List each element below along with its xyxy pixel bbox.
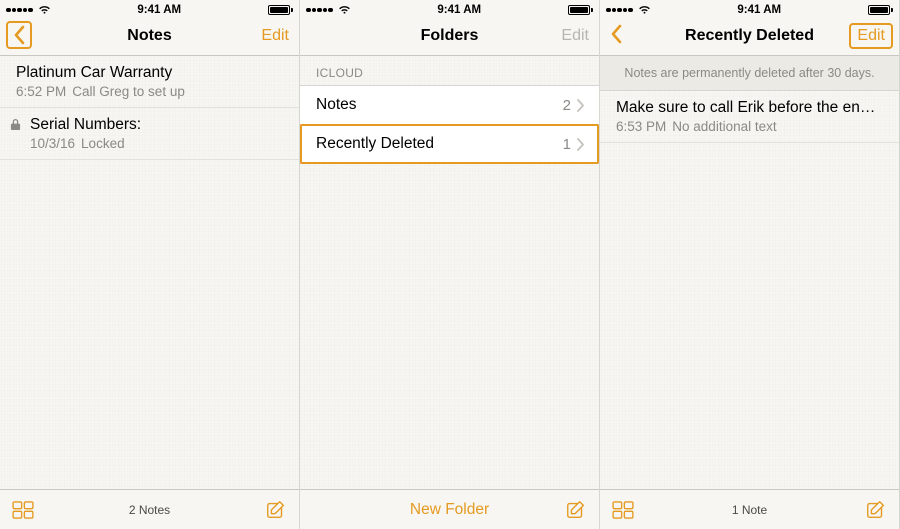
deleted-content: Notes are permanently deleted after 30 d… <box>600 56 899 489</box>
note-preview: Call Greg to set up <box>72 84 185 99</box>
note-time: 10/3/16 <box>30 136 75 151</box>
note-item[interactable]: Make sure to call Erik before the end of… <box>600 91 899 143</box>
status-time: 9:41 AM <box>437 4 481 16</box>
lock-icon <box>10 118 21 131</box>
note-item[interactable]: Serial Numbers: 10/3/16 Locked <box>0 108 299 160</box>
toolbar: 2 Notes <box>0 489 299 529</box>
folders-content: ICLOUD Notes 2 Recently Deleted 1 <box>300 56 599 489</box>
view-grid-button[interactable] <box>12 501 34 519</box>
back-button[interactable] <box>606 22 626 46</box>
edit-button[interactable]: Edit <box>557 25 593 47</box>
edit-button[interactable]: Edit <box>849 23 893 49</box>
note-time: 6:53 PM <box>616 119 666 134</box>
status-bar: 9:41 AM <box>600 0 899 20</box>
nav-bar: Notes Edit <box>0 20 299 56</box>
wifi-icon <box>38 5 51 15</box>
note-title: Platinum Car Warranty <box>16 64 283 82</box>
note-count: 2 Notes <box>0 503 299 517</box>
battery-icon <box>268 5 293 15</box>
section-header: ICLOUD <box>300 56 599 86</box>
grid-icon <box>12 501 34 519</box>
compose-button[interactable] <box>865 499 887 521</box>
chevron-right-icon <box>577 99 585 112</box>
screen-notes-list: 9:41 AM Notes Edit Platinum Car Warranty… <box>0 0 300 529</box>
folder-name: Notes <box>316 96 357 114</box>
wifi-icon <box>338 5 351 15</box>
status-time: 9:41 AM <box>737 4 781 16</box>
compose-button[interactable] <box>565 499 587 521</box>
status-time: 9:41 AM <box>137 4 181 16</box>
folder-name: Recently Deleted <box>316 135 434 153</box>
battery-icon <box>868 5 893 15</box>
chevron-left-icon <box>13 25 25 45</box>
screen-folders: 9:41 AM Folders Edit ICLOUD Notes 2 Rece… <box>300 0 600 529</box>
new-folder-button[interactable]: New Folder <box>300 501 599 519</box>
grid-icon <box>612 501 634 519</box>
compose-icon <box>865 499 887 521</box>
toolbar: New Folder <box>300 489 599 529</box>
folder-count: 2 <box>563 97 571 114</box>
battery-icon <box>568 5 593 15</box>
chevron-left-icon <box>610 24 622 44</box>
note-time: 6:52 PM <box>16 84 66 99</box>
note-count: 1 Note <box>600 503 899 517</box>
status-bar: 9:41 AM <box>300 0 599 20</box>
info-banner: Notes are permanently deleted after 30 d… <box>600 56 899 91</box>
status-bar: 9:41 AM <box>0 0 299 20</box>
note-preview: No additional text <box>672 119 776 134</box>
nav-bar: Folders Edit <box>300 20 599 56</box>
note-item[interactable]: Platinum Car Warranty 6:52 PM Call Greg … <box>0 56 299 108</box>
chevron-right-icon <box>577 138 585 151</box>
signal-dots-icon <box>606 8 633 13</box>
compose-icon <box>565 499 587 521</box>
folder-row-recently-deleted[interactable]: Recently Deleted 1 <box>300 124 599 164</box>
toolbar: 1 Note <box>600 489 899 529</box>
compose-button[interactable] <box>265 499 287 521</box>
folder-row-notes[interactable]: Notes 2 <box>300 85 599 125</box>
signal-dots-icon <box>6 8 33 13</box>
note-preview: Locked <box>81 136 125 151</box>
note-title: Make sure to call Erik before the end of… <box>616 99 883 117</box>
folder-count: 1 <box>563 136 571 153</box>
notes-content: Platinum Car Warranty 6:52 PM Call Greg … <box>0 56 299 489</box>
compose-icon <box>265 499 287 521</box>
back-button[interactable] <box>6 21 32 49</box>
view-grid-button[interactable] <box>612 501 634 519</box>
note-title: Serial Numbers: <box>30 116 283 134</box>
signal-dots-icon <box>306 8 333 13</box>
screen-recently-deleted: 9:41 AM Recently Deleted Edit Notes are … <box>600 0 900 529</box>
edit-button[interactable]: Edit <box>257 25 293 47</box>
wifi-icon <box>638 5 651 15</box>
nav-bar: Recently Deleted Edit <box>600 20 899 56</box>
